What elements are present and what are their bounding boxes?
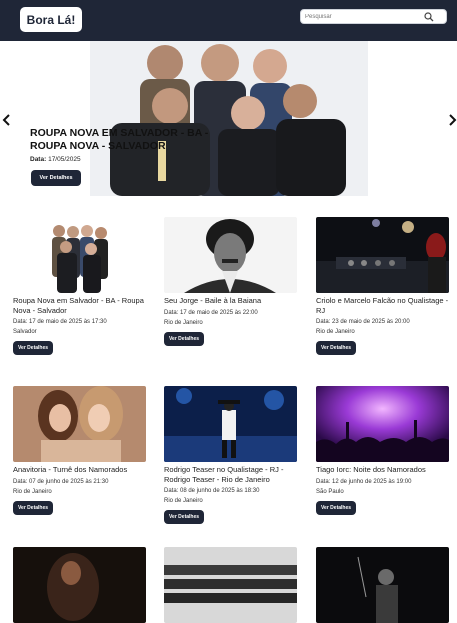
details-button[interactable]: Ver Detalhes: [164, 331, 205, 346]
event-image[interactable]: [316, 386, 449, 462]
hero-image: [90, 41, 368, 196]
event-card[interactable]: Roupa Nova em Salvador - BA - Roupa Nova…: [13, 217, 148, 355]
event-title[interactable]: Roupa Nova em Salvador - BA - Roupa Nova…: [13, 296, 148, 315]
event-card[interactable]: Rodrigo Teaser no Qualistage - RJ - Rodr…: [164, 386, 299, 524]
hero-date-label: Data:: [30, 156, 47, 163]
event-city: Salvador: [13, 329, 37, 335]
event-title[interactable]: Criolo e Marcelo Falcão no Qualistage - …: [316, 296, 451, 315]
event-image[interactable]: [13, 386, 146, 462]
chevron-right-icon[interactable]: [447, 113, 457, 127]
event-date: Data: 07 de junho de 2025 às 21:30: [13, 478, 109, 485]
search-input[interactable]: [305, 10, 420, 23]
event-card[interactable]: Tiago Iorc: Noite dos Namorados Data: 12…: [316, 386, 451, 515]
hero-date-value: 17/05/2025: [48, 156, 81, 163]
event-title[interactable]: Rodrigo Teaser no Qualistage - RJ - Rodr…: [164, 465, 299, 484]
event-image[interactable]: [13, 547, 146, 623]
event-date: Data: 17 de maio de 2025 às 22:00: [164, 309, 258, 316]
event-date: Data: 23 de maio de 2025 às 20:00: [316, 319, 410, 325]
event-title[interactable]: Seu Jorge - Baile à la Baiana: [164, 296, 299, 306]
event-date: Data: 12 de junho de 2025 às 19:00: [316, 478, 412, 485]
details-button[interactable]: Ver Detalhes: [316, 500, 357, 515]
event-city: Rio de Janeiro: [164, 498, 203, 504]
event-card[interactable]: [13, 547, 148, 623]
event-city: Rio de Janeiro: [164, 319, 203, 326]
details-button[interactable]: Ver Detalhes: [316, 341, 357, 355]
hero-carousel: ROUPA NOVA EM SALVADOR - BA - ROUPA NOVA…: [0, 41, 457, 196]
details-button[interactable]: Ver Detalhes: [164, 510, 205, 524]
hero-caption: ROUPA NOVA EM SALVADOR - BA - ROUPA NOVA…: [30, 127, 230, 163]
hero-title: ROUPA NOVA EM SALVADOR - BA - ROUPA NOVA…: [30, 127, 209, 152]
event-image[interactable]: [164, 217, 297, 293]
event-city: Rio de Janeiro: [316, 329, 355, 335]
top-navbar: Bora Lá!: [0, 0, 457, 41]
chevron-left-icon[interactable]: [2, 113, 12, 127]
event-image[interactable]: [316, 217, 449, 293]
event-card[interactable]: [316, 547, 451, 623]
event-image[interactable]: [316, 547, 449, 623]
details-button[interactable]: Ver Detalhes: [13, 341, 54, 355]
hero-details-button[interactable]: Ver Detalhes: [31, 170, 81, 186]
event-title[interactable]: Tiago Iorc: Noite dos Namorados: [316, 465, 451, 475]
hero-date: Data: 17/05/2025: [30, 156, 230, 163]
search-box[interactable]: [300, 9, 447, 24]
logo[interactable]: Bora Lá!: [20, 7, 82, 32]
event-date: Data: 08 de junho de 2025 às 18:30: [164, 488, 260, 494]
event-image[interactable]: [164, 386, 297, 462]
event-image[interactable]: [164, 547, 297, 623]
event-city: São Paulo: [316, 488, 344, 495]
event-card[interactable]: Anavitoria - Turnê dos Namorados Data: 0…: [13, 386, 148, 515]
event-card[interactable]: Seu Jorge - Baile à la Baiana Data: 17 d…: [164, 217, 299, 346]
search-icon[interactable]: [424, 12, 434, 22]
event-date: Data: 17 de maio de 2025 às 17:30: [13, 319, 107, 325]
details-button[interactable]: Ver Detalhes: [13, 500, 54, 515]
event-city: Rio de Janeiro: [13, 488, 52, 495]
event-image[interactable]: [13, 217, 146, 293]
event-card[interactable]: Criolo e Marcelo Falcão no Qualistage - …: [316, 217, 451, 355]
event-card[interactable]: [164, 547, 299, 623]
event-title[interactable]: Anavitoria - Turnê dos Namorados: [13, 465, 148, 475]
